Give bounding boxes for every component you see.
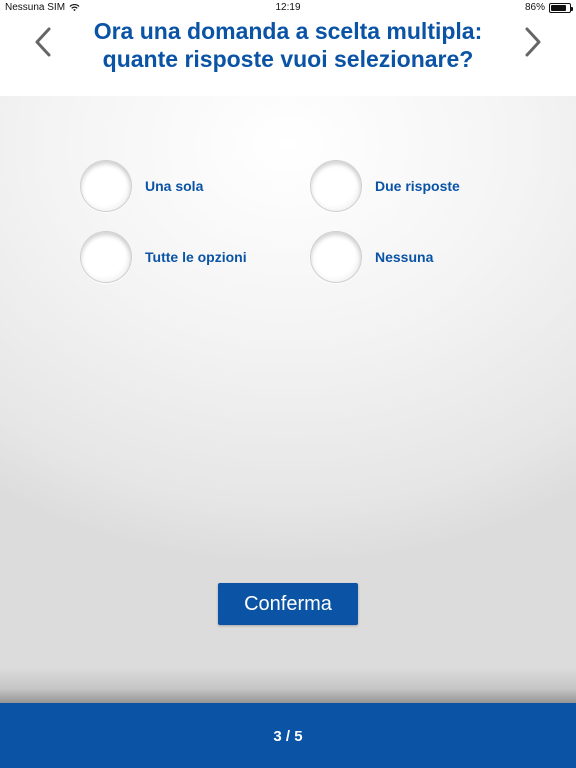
option-label: Due risposte [375, 178, 460, 194]
battery-fill [551, 4, 567, 11]
battery-percent: 86% [524, 2, 545, 13]
option-nessuna[interactable]: Nessuna [310, 231, 433, 283]
option-label: Tutte le opzioni [145, 249, 247, 265]
status-right: 86% [524, 2, 573, 13]
page-indicator: 3 / 5 [273, 728, 303, 745]
radio-button[interactable] [310, 231, 362, 283]
chevron-right-icon [525, 27, 541, 57]
battery-icon [549, 2, 573, 13]
radio-button[interactable] [80, 160, 132, 212]
answer-options: Una sola Due risposte Tutte le opzioni N… [80, 160, 500, 290]
confirm-button[interactable]: Conferma [218, 583, 358, 625]
main-content: Una sola Due risposte Tutte le opzioni N… [0, 96, 576, 703]
chevron-left-icon [35, 27, 51, 57]
header: Ora una domanda a scelta multipla: quant… [0, 16, 576, 96]
option-label: Nessuna [375, 249, 434, 265]
option-due-risposte[interactable]: Due risposte [310, 160, 460, 212]
option-tutte-le-opzioni[interactable]: Tutte le opzioni [80, 231, 247, 283]
back-button[interactable] [33, 26, 53, 58]
option-una-sola[interactable]: Una sola [80, 160, 203, 212]
option-label: Una sola [145, 178, 204, 194]
status-bar: Nessuna SIM 12:19 86% [0, 0, 576, 16]
status-time: 12:19 [275, 2, 301, 13]
radio-button[interactable] [310, 160, 362, 212]
footer-bar: 3 / 5 [0, 703, 576, 768]
forward-button[interactable] [523, 26, 543, 58]
page-title: Ora una domanda a scelta multipla: quant… [93, 18, 483, 72]
radio-button[interactable] [80, 231, 132, 283]
